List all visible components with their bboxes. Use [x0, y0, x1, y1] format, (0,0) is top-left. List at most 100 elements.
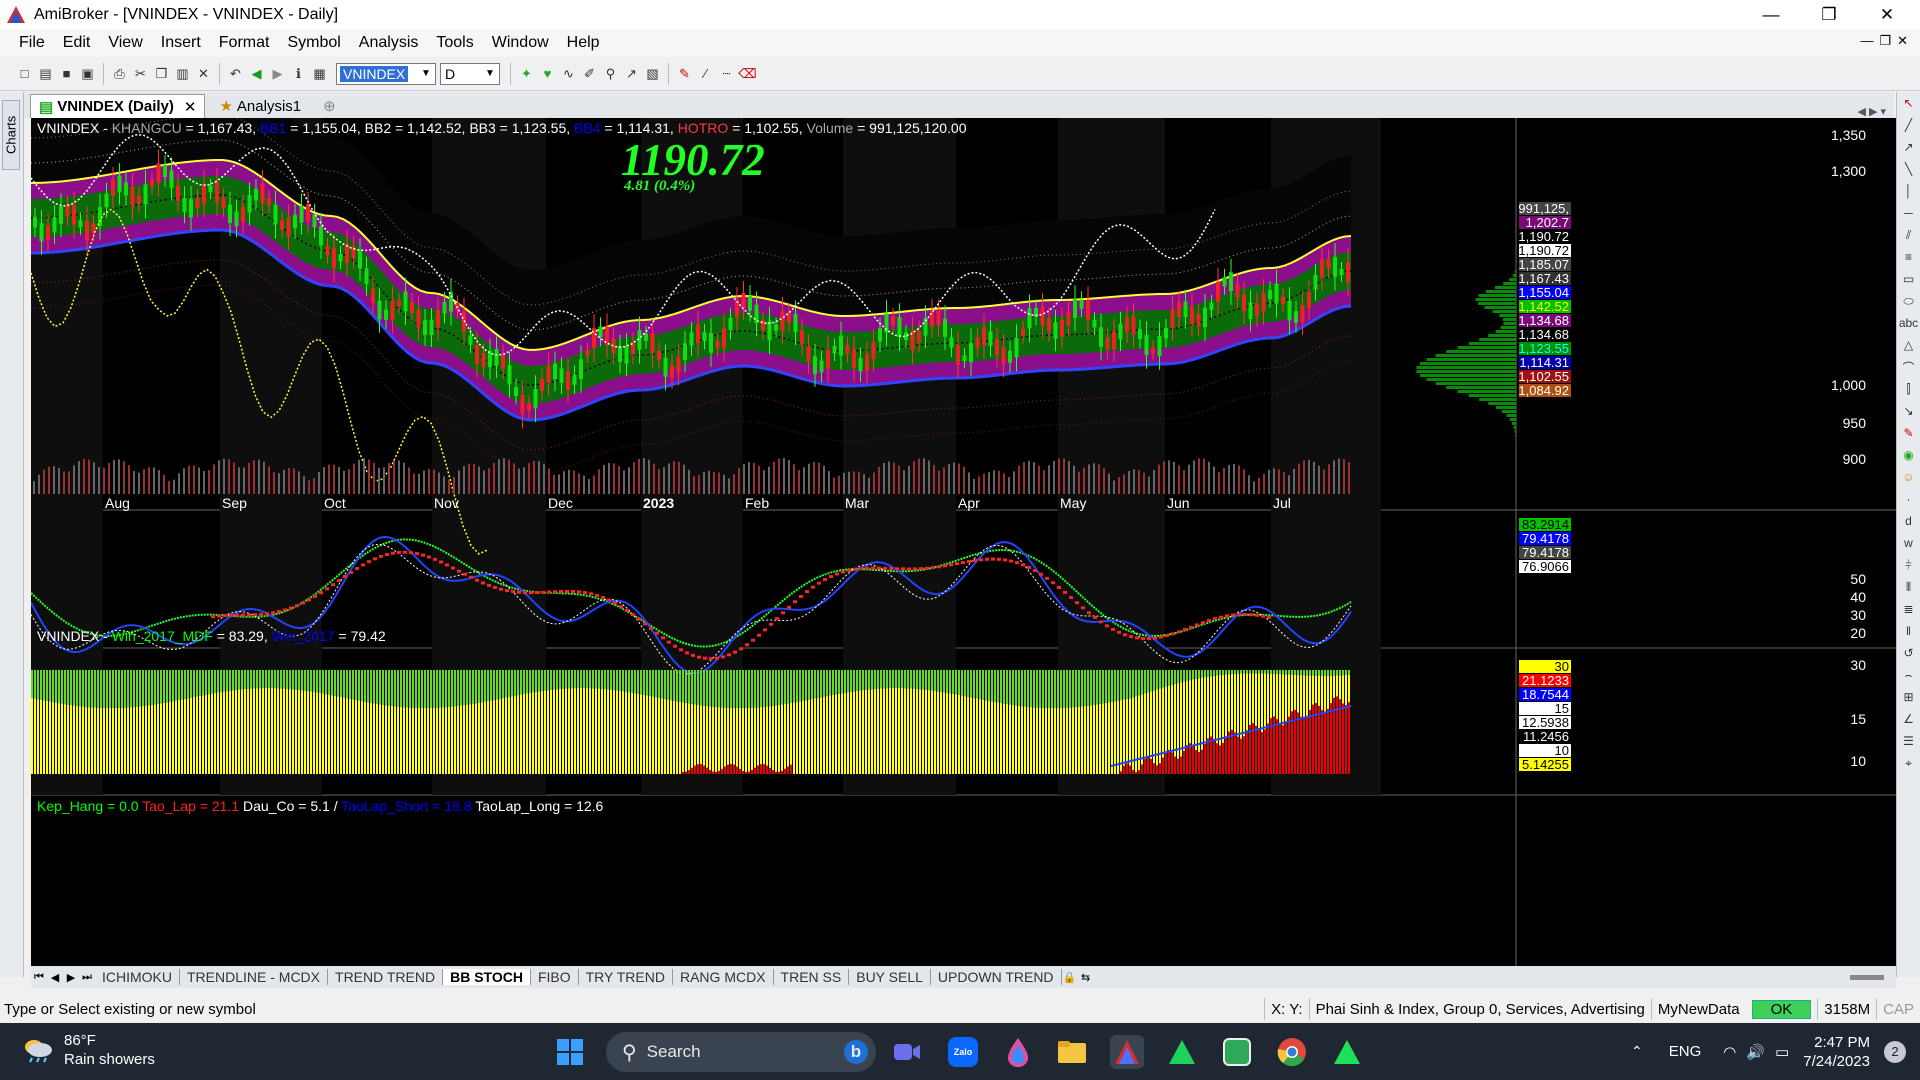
forward-icon[interactable]: ▶	[267, 63, 288, 84]
meet-icon[interactable]	[890, 1035, 924, 1069]
sheet-tab-ichimoku[interactable]: ICHIMOKU	[95, 969, 180, 985]
spiral-icon[interactable]: ↺	[1897, 642, 1920, 664]
sheet-tab-tren-ss[interactable]: TREN SS	[774, 969, 850, 985]
print-icon[interactable]: ⎙	[109, 63, 130, 84]
drawing-icon[interactable]: ✐	[579, 63, 600, 84]
smiley-icon[interactable]: ☺	[1897, 466, 1920, 488]
angle-icon[interactable]: ∠	[1897, 708, 1920, 730]
file-explorer-icon[interactable]	[1055, 1035, 1089, 1069]
arc-tool-icon[interactable]: ⌢	[1897, 664, 1920, 686]
gann-icon[interactable]: ≣	[1897, 598, 1920, 620]
tab-analysis1[interactable]: ★ Analysis1	[211, 94, 309, 118]
amibroker-taskbar-icon[interactable]	[1110, 1035, 1144, 1069]
back-icon[interactable]: ◀	[246, 63, 267, 84]
delete-icon[interactable]: ✕	[193, 63, 214, 84]
first-sheet-icon[interactable]: ⏮	[31, 971, 47, 984]
charts-side-tab[interactable]: Charts	[2, 100, 20, 170]
interval-combobox[interactable]: D ▼	[440, 62, 500, 85]
chevron-down-icon[interactable]: ▼	[417, 68, 435, 79]
sheet-tab-buy-sell[interactable]: BUY SELL	[849, 969, 931, 985]
chevron-down-icon[interactable]: ▼	[481, 68, 499, 79]
undo-icon[interactable]: ↶	[225, 63, 246, 84]
line-chart-icon[interactable]: ∿	[558, 63, 579, 84]
pencil-tool-icon[interactable]: ✎	[1897, 422, 1920, 444]
horizontal-line-icon[interactable]: ─	[1897, 202, 1920, 224]
crosshair-icon[interactable]: ⌖	[1897, 752, 1920, 774]
arc-icon[interactable]: ⌒	[1897, 356, 1920, 378]
sheet-tab-fibo[interactable]: FIBO	[531, 969, 579, 985]
measure-tool-icon[interactable]: ⫩	[1897, 554, 1920, 576]
layers-icon[interactable]: ▧	[642, 63, 663, 84]
restore-button[interactable]: ❐	[1800, 0, 1858, 29]
dot-icon[interactable]: ·	[1897, 488, 1920, 510]
save-icon[interactable]: ■	[56, 63, 77, 84]
menu-tools[interactable]: Tools	[427, 34, 482, 52]
menu-file[interactable]: File	[10, 34, 54, 52]
tab-vnindex-daily[interactable]: ▤ VNINDEX (Daily) ✕	[30, 94, 206, 118]
horizontal-scrollbar[interactable]	[1850, 974, 1884, 980]
clock[interactable]: 2:47 PM 7/24/2023	[1803, 1033, 1870, 1071]
green-app-icon[interactable]	[1165, 1035, 1199, 1069]
zalo-icon[interactable]: Zalo	[946, 1035, 980, 1069]
menu-insert[interactable]: Insert	[152, 34, 210, 52]
chart-area[interactable]: Aug Sep Oct Nov Dec 2023 Feb Mar Apr May Jun Jul 1,3…	[31, 118, 1896, 966]
info-icon[interactable]: ℹ	[288, 63, 309, 84]
cycle-icon[interactable]: ⫿	[1897, 378, 1920, 400]
dashed-line-icon[interactable]: ┈	[716, 63, 737, 84]
grid-icon[interactable]: ⊞	[1897, 686, 1920, 708]
ellipse-icon[interactable]: ⬭	[1897, 290, 1920, 312]
symbol-combobox[interactable]: VNINDEX ▼	[336, 62, 436, 85]
weather-widget[interactable]: 86°F Rain showers	[22, 1031, 155, 1069]
new-tab-button[interactable]: ⊕	[315, 94, 344, 118]
zoom-icon[interactable]: ⚲	[600, 63, 621, 84]
bold-tool-icon[interactable]: d	[1897, 510, 1920, 532]
copy-icon[interactable]: ❐	[151, 63, 172, 84]
vertical-line-icon[interactable]: │	[1897, 180, 1920, 202]
list-icon[interactable]: ☰	[1897, 730, 1920, 752]
triangle-icon[interactable]: △	[1897, 334, 1920, 356]
menu-help[interactable]: Help	[558, 34, 609, 52]
browser-drop-icon[interactable]	[1001, 1035, 1035, 1069]
menu-analysis[interactable]: Analysis	[350, 34, 428, 52]
notification-badge[interactable]: 2	[1884, 1040, 1906, 1063]
chrome-icon[interactable]	[1275, 1035, 1309, 1069]
ray-tool-icon[interactable]: ↗	[1897, 136, 1920, 158]
close-tab-icon[interactable]: ✕	[184, 98, 197, 116]
wifi-icon[interactable]: ◠	[1723, 1043, 1736, 1061]
calendar-icon[interactable]: ▦	[309, 63, 330, 84]
green-app2-icon[interactable]	[1220, 1035, 1254, 1069]
sheet-tab-updown-trend[interactable]: UPDOWN TREND	[931, 969, 1062, 985]
sheet-scroll-icon[interactable]: ⇆	[1078, 971, 1094, 984]
extended-line-icon[interactable]: ╲	[1897, 158, 1920, 180]
menu-window[interactable]: Window	[483, 34, 558, 52]
bar-chart-icon[interactable]: ♥	[537, 63, 558, 84]
mdi-controls[interactable]: —❐✕	[1860, 33, 1914, 49]
battery-icon[interactable]: ▭	[1775, 1043, 1789, 1061]
pitchfork-icon[interactable]: ⫴	[1897, 576, 1920, 598]
sheet-tab-try-trend[interactable]: TRY TREND	[579, 969, 673, 985]
select-cursor-icon[interactable]: ↖	[1897, 92, 1920, 114]
chart-canvas[interactable]: Aug Sep Oct Nov Dec 2023 Feb Mar Apr May Jun Jul1,3…	[31, 118, 1896, 966]
arrow-tool-icon[interactable]: ↘	[1897, 400, 1920, 422]
save-all-icon[interactable]: ▣	[77, 63, 98, 84]
green-triangle-app-icon[interactable]	[1330, 1035, 1364, 1069]
paste-icon[interactable]: ▥	[172, 63, 193, 84]
cursor-icon[interactable]: ↗	[621, 63, 642, 84]
pen-icon[interactable]: ∕	[695, 63, 716, 84]
menu-view[interactable]: View	[99, 34, 151, 52]
sheet-tab-rang-mcdx[interactable]: RANG MCDX	[673, 969, 774, 985]
prev-sheet-icon[interactable]: ◀	[47, 971, 63, 984]
menu-edit[interactable]: Edit	[54, 34, 100, 52]
windows-start-icon[interactable]	[553, 1035, 587, 1069]
lock-icon[interactable]: 🔒	[1062, 971, 1078, 984]
rectangle-icon[interactable]: ▭	[1897, 268, 1920, 290]
fibonacci-icon[interactable]: ≡	[1897, 246, 1920, 268]
volume-icon[interactable]: 🔊	[1746, 1043, 1765, 1061]
menu-symbol[interactable]: Symbol	[278, 34, 349, 52]
menu-format[interactable]: Format	[210, 34, 279, 52]
globe-icon[interactable]: ◉	[1897, 444, 1920, 466]
chevron-up-icon[interactable]: ⌃	[1631, 1043, 1643, 1060]
sheet-tab-trendline-mcdx[interactable]: TRENDLINE - MCDX	[180, 969, 329, 985]
cut-icon[interactable]: ✂	[130, 63, 151, 84]
taskbar-search[interactable]: ⚲ Search b	[606, 1032, 876, 1072]
